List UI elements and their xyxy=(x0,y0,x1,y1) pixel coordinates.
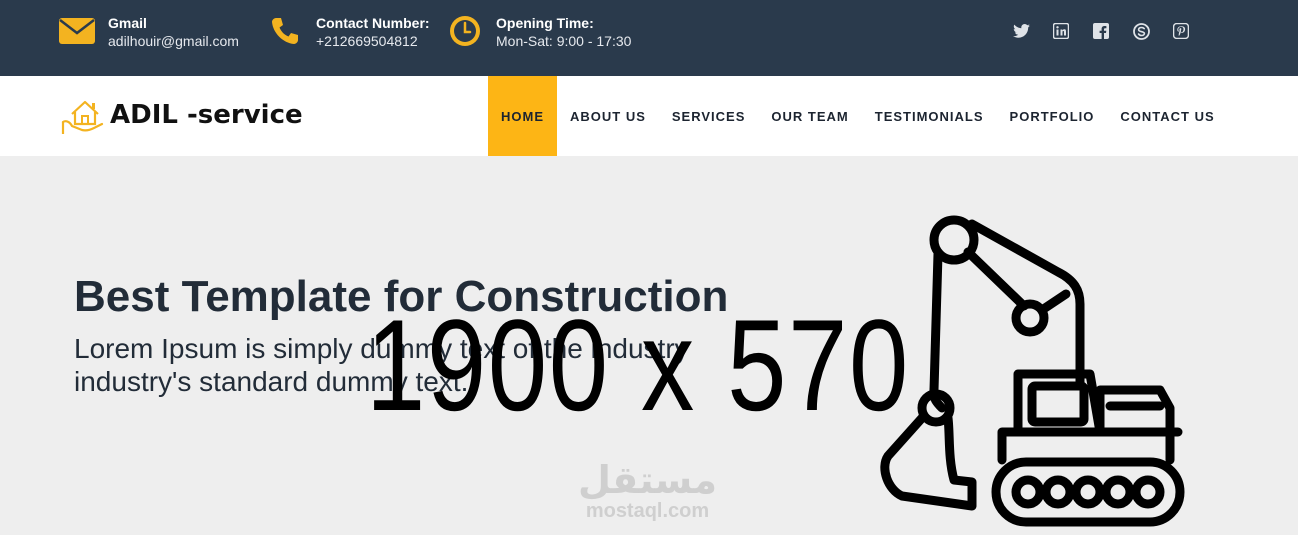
social-links xyxy=(1012,22,1190,40)
twitter-icon[interactable] xyxy=(1012,22,1030,40)
facebook-icon[interactable] xyxy=(1092,22,1110,40)
nav-testimonials[interactable]: TESTIMONIALS xyxy=(862,76,997,156)
nav-services[interactable]: SERVICES xyxy=(659,76,759,156)
brand-name: ADIL -service xyxy=(110,100,303,130)
email-label: Gmail xyxy=(108,15,147,31)
excavator-icon xyxy=(880,215,1185,527)
phone-value[interactable]: +212669504812 xyxy=(316,32,430,50)
pinterest-icon[interactable] xyxy=(1172,22,1190,40)
watermark: مستقل mostaql.com xyxy=(578,460,717,522)
placeholder-size-text: 1900 x 570 xyxy=(366,292,910,438)
watermark-english: mostaql.com xyxy=(585,500,710,522)
phone-icon xyxy=(266,14,304,48)
hours-info: Opening Time: Mon-Sat: 9:00 - 17:30 xyxy=(446,14,631,50)
hero-banner: Best Template for Construction Lorem Ips… xyxy=(0,156,1298,535)
phone-label: Contact Number: xyxy=(316,15,430,31)
hours-label: Opening Time: xyxy=(496,15,594,31)
nav-contact-us[interactable]: CONTACT US xyxy=(1107,76,1227,156)
nav-about-us[interactable]: ABOUT US xyxy=(557,76,659,156)
primary-menu: HOME ABOUT US SERVICES OUR TEAM TESTIMON… xyxy=(488,76,1228,156)
clock-icon xyxy=(446,14,484,48)
nav-portfolio[interactable]: PORTFOLIO xyxy=(997,76,1108,156)
house-hand-logo-icon xyxy=(61,100,104,134)
linkedin-icon[interactable] xyxy=(1052,22,1070,40)
email-value[interactable]: adilhouir@gmail.com xyxy=(108,32,239,50)
top-info-bar: Gmail adilhouir@gmail.com Contact Number… xyxy=(0,0,1298,76)
hours-value: Mon-Sat: 9:00 - 17:30 xyxy=(496,33,632,49)
watermark-arabic: مستقل xyxy=(578,458,717,502)
email-info: Gmail adilhouir@gmail.com xyxy=(58,14,239,50)
nav-home[interactable]: HOME xyxy=(488,76,557,156)
envelope-icon xyxy=(58,14,96,48)
skype-icon[interactable] xyxy=(1132,22,1150,40)
main-navbar: ADIL -service HOME ABOUT US SERVICES OUR… xyxy=(0,76,1298,156)
nav-our-team[interactable]: OUR TEAM xyxy=(758,76,861,156)
brand[interactable]: ADIL -service xyxy=(60,92,303,138)
phone-info: Contact Number: +212669504812 xyxy=(266,14,430,50)
